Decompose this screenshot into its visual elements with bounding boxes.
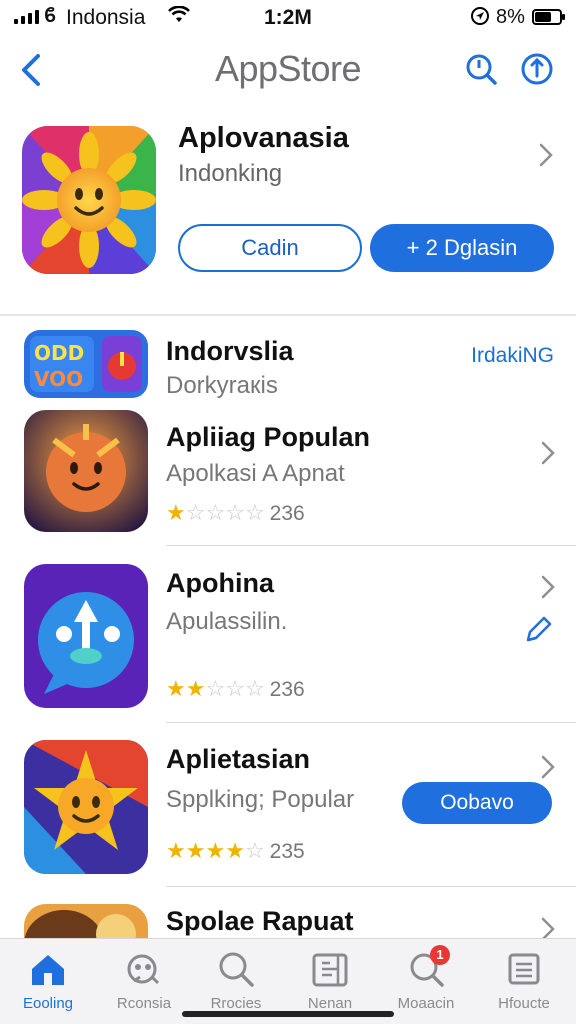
get-button[interactable]: Oobavo — [402, 782, 552, 824]
wifi-icon — [168, 5, 190, 30]
row-divider — [166, 722, 576, 723]
status-bar: ϐ Indonsia 1:2M 8% — [0, 0, 576, 40]
app-icon — [24, 904, 148, 938]
row-divider — [166, 545, 576, 546]
list-item[interactable]: ODD VOO Indorvslia Dorkyraкis IrdakiNG — [0, 328, 576, 400]
home-indicator — [182, 1011, 394, 1017]
chevron-right-icon — [541, 755, 555, 779]
star-icon: ☆ — [185, 500, 206, 525]
tab-label: Rrocies — [210, 995, 262, 1012]
pencil-icon — [526, 616, 552, 642]
list-icon — [508, 953, 540, 985]
rating-count: 235 — [269, 840, 305, 863]
tab-label: Nenan — [307, 995, 353, 1012]
battery-icon — [532, 9, 565, 25]
tab-label: Rconsia — [116, 995, 172, 1012]
search-icon — [219, 952, 254, 987]
star-icon: ☆ — [244, 500, 265, 525]
tab-list[interactable]: Hfoucte — [476, 947, 572, 1023]
tab-games[interactable]: Rconsia — [96, 947, 192, 1023]
star-icon: ☆ — [244, 838, 265, 863]
star-icon: ★ — [166, 500, 186, 525]
star-icon: ★ — [185, 838, 206, 863]
app-subtitle: Dorkyraкis — [166, 372, 278, 399]
notification-badge: 1 — [430, 945, 450, 965]
row-divider — [166, 886, 576, 887]
featured-app[interactable]: Aplovanasia Indonking Cadin + 2 Dglasin — [0, 120, 576, 300]
list-item[interactable]: Spolae Rapuat — [0, 900, 576, 938]
navigation-bar: AppStore — [0, 40, 576, 100]
list-item[interactable]: Aplietasian Spplking; Popular ★★★★☆ 235 … — [0, 738, 576, 878]
app-name: Spolae Rapuat — [166, 906, 354, 936]
svg-text:VOO: VOO — [34, 367, 83, 391]
app-name: Apohina — [166, 568, 274, 598]
app-name: Aplietasian — [166, 744, 311, 774]
app-subtitle: Indonking — [178, 160, 283, 187]
star-icon: ☆ — [225, 500, 245, 525]
clock: 1:2M — [264, 6, 312, 29]
star-rating: ★☆☆☆☆ 236 — [166, 502, 305, 526]
star-icon: ★ — [225, 838, 245, 863]
share-button[interactable] — [520, 52, 554, 86]
star-icon: ★ — [166, 676, 186, 701]
secondary-button[interactable]: Cadin — [178, 224, 362, 272]
chevron-right-icon — [539, 143, 553, 167]
updates-icon-wrap: 1 — [406, 945, 450, 989]
app-subtitle: Apolkasi A Apnat — [166, 460, 345, 487]
app-subtitle: Apulassilin. — [166, 608, 288, 635]
app-icon — [24, 564, 148, 708]
app-icon: ODD VOO — [24, 330, 148, 398]
star-rating: ★★★★☆ 235 — [166, 840, 305, 864]
share-icon — [521, 53, 553, 85]
location-icon — [470, 6, 490, 31]
arcade-icon — [312, 953, 348, 987]
star-icon: ☆ — [244, 676, 265, 701]
tab-label: Moaacin — [397, 995, 455, 1012]
battery-percent: 8% — [496, 6, 525, 28]
section-divider — [0, 314, 576, 316]
tab-label: Hfoucte — [498, 995, 550, 1012]
chevron-right-icon — [541, 917, 555, 938]
star-icon: ★ — [185, 676, 206, 701]
star-icon: ★ — [205, 838, 226, 863]
signal-icon — [14, 10, 39, 24]
carrier-name: Indonsia — [66, 6, 146, 29]
get-button[interactable]: + 2 Dglasin — [370, 224, 554, 272]
category-tag[interactable]: IrdakiNG — [471, 344, 554, 368]
app-subtitle: Spplking; Popular — [166, 786, 355, 813]
star-rating: ★★☆☆☆ 236 — [166, 678, 305, 702]
rating-count: 236 — [269, 502, 305, 525]
games-icon — [127, 954, 160, 985]
edit-button[interactable] — [524, 614, 554, 644]
list-item[interactable]: Apliiag Populan Apolkasi A Apnat ★☆☆☆☆ 2… — [0, 410, 576, 534]
app-name: Apliiag Populan — [166, 422, 371, 452]
app-icon — [22, 126, 156, 274]
star-icon: ☆ — [205, 500, 226, 525]
star-icon: ☆ — [205, 676, 226, 701]
search-icon — [466, 54, 497, 85]
stars: ★★☆☆☆ — [166, 678, 265, 702]
chevron-right-icon — [541, 575, 555, 599]
svg-text:ODD: ODD — [34, 341, 84, 365]
carrier-icon: ϐ — [44, 5, 57, 27]
star-icon: ☆ — [225, 676, 245, 701]
home-icon — [32, 955, 64, 985]
app-icon — [24, 740, 148, 874]
tab-label: Eooling — [22, 995, 74, 1012]
stars: ★★★★☆ — [166, 840, 265, 864]
app-icon — [24, 410, 148, 532]
app-name: Indorvslia — [166, 336, 294, 366]
star-icon: ★ — [166, 838, 186, 863]
tab-home[interactable]: Eooling — [0, 947, 96, 1023]
search-button[interactable] — [464, 52, 498, 86]
list-item[interactable]: Apohina Apulassilin. ★★☆☆☆ 236 — [0, 562, 576, 710]
stars: ★☆☆☆☆ — [166, 502, 265, 526]
rating-count: 236 — [269, 678, 305, 701]
app-name: Aplovanasia — [178, 122, 349, 154]
chevron-right-icon — [541, 441, 555, 465]
